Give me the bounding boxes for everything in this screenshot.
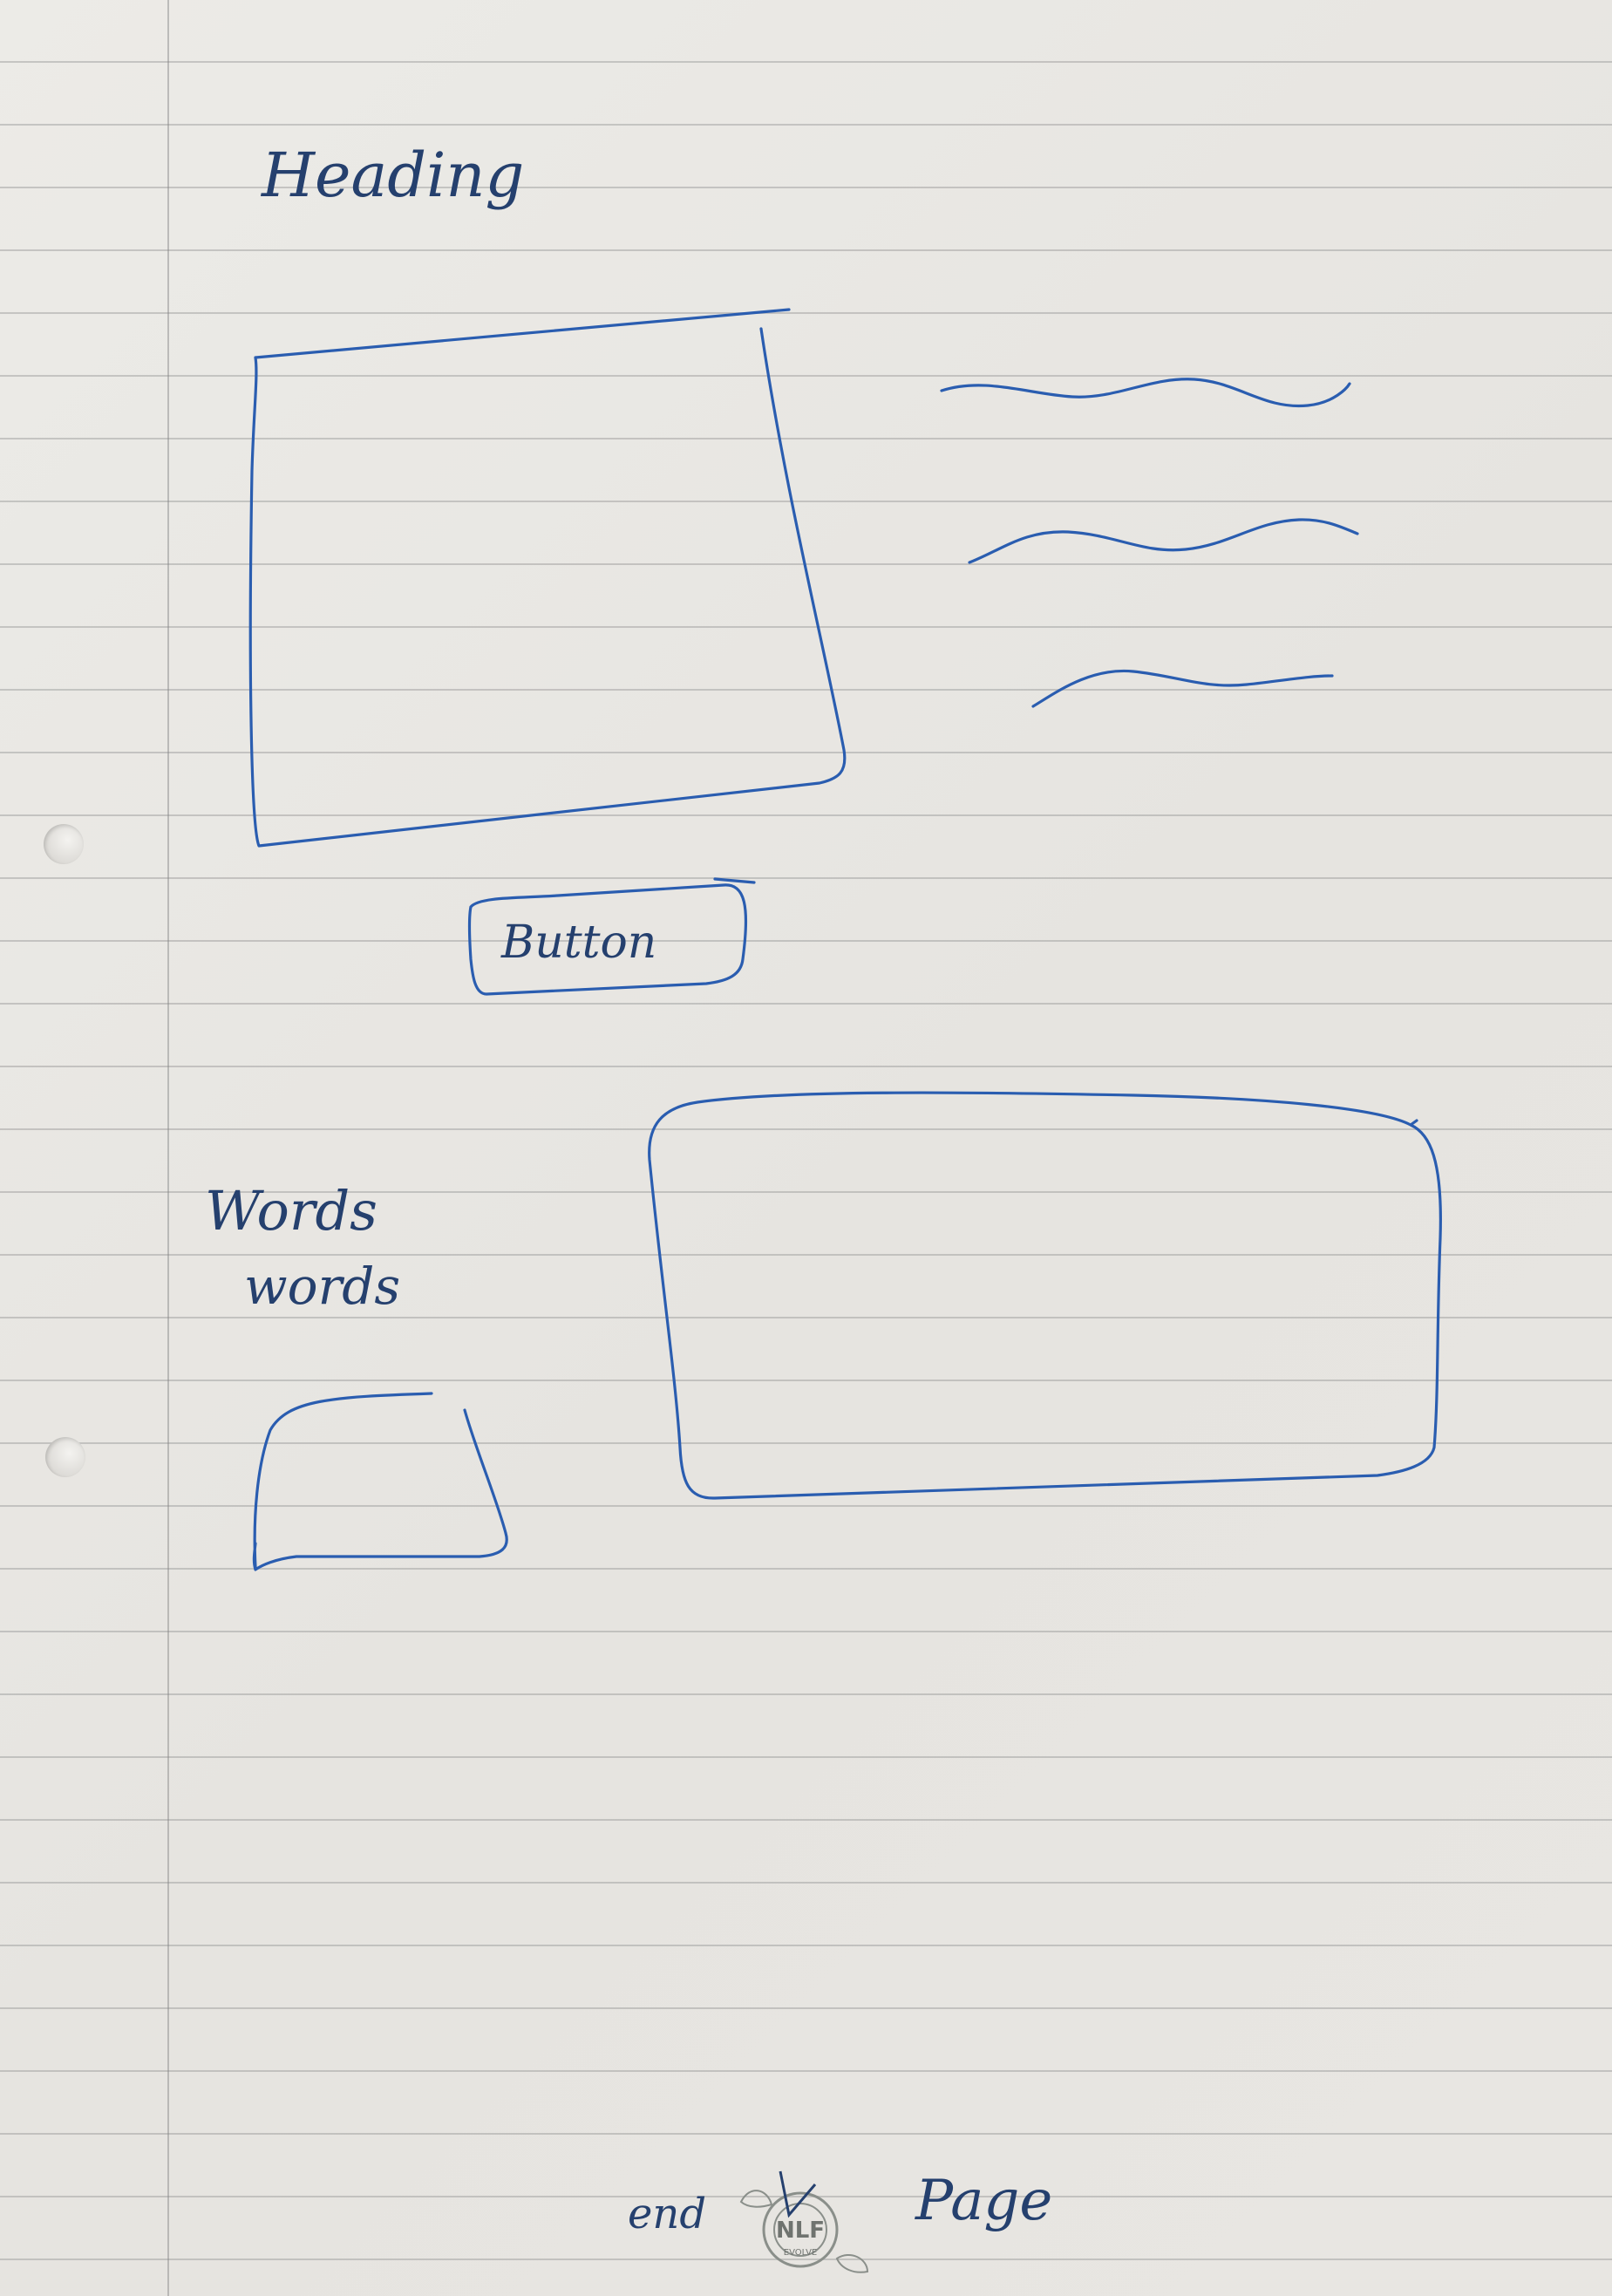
footer-page-text: Page [915, 2169, 1052, 2233]
text-placeholder-line-1 [940, 378, 1351, 408]
words-line-1: Words [205, 1179, 377, 1243]
wireframe-sketch: Heading Button Words words end NLF EVOLV… [205, 140, 1442, 2273]
evolve-stamp-logo: NLF EVOLVE [739, 2170, 869, 2273]
stamp-text: NLF [776, 2218, 825, 2244]
text-placeholder-line-3 [1031, 669, 1334, 708]
small-thumbnail-box [252, 1392, 508, 1571]
footer-end-text: end [628, 2190, 706, 2238]
text-placeholder-line-2 [968, 518, 1359, 564]
button-label: Button [500, 916, 656, 969]
words-line-2: words [244, 1257, 400, 1316]
page-heading: Heading [260, 140, 524, 211]
content-panel-box [648, 1091, 1442, 1500]
stamp-subtext: EVOLVE [784, 2248, 818, 2258]
image-placeholder-box [248, 308, 847, 848]
